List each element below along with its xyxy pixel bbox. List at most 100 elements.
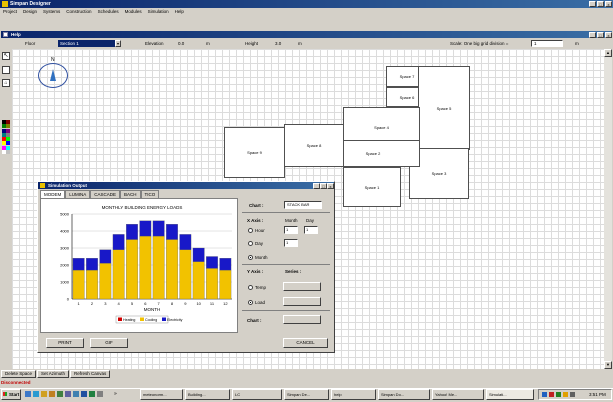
floor-select-chevron-down-icon[interactable]: ▾ <box>115 40 121 47</box>
tool-icon[interactable] <box>97 391 103 397</box>
scale-input[interactable]: 1 <box>531 40 563 47</box>
series-temp-button[interactable] <box>283 282 321 291</box>
x-tick-label: 5 <box>131 301 134 306</box>
app-logo-icon <box>2 1 8 7</box>
day-select[interactable]: 1 <box>304 226 318 234</box>
taskbar-item[interactable]: help <box>331 389 376 400</box>
menu-item-simulation[interactable]: Simulation <box>148 8 169 16</box>
word-icon[interactable] <box>81 391 87 397</box>
menu-item-modules[interactable]: Modules <box>125 8 142 16</box>
volume-icon[interactable] <box>570 392 575 397</box>
polygon-tool-icon[interactable]: ⌂ <box>2 79 10 87</box>
temp-radio[interactable] <box>248 285 253 290</box>
tray-icon-1[interactable] <box>542 392 547 397</box>
taskbar-item[interactable]: Simulati... <box>486 389 534 400</box>
hour-radio[interactable] <box>248 228 253 233</box>
network-icon[interactable] <box>73 391 79 397</box>
temp-radio-label: Temp <box>255 285 267 290</box>
vertical-scrollbar[interactable] <box>604 49 612 369</box>
space-5-label: Space 5 <box>436 105 452 111</box>
tab-modem[interactable]: MODEM <box>40 190 66 198</box>
excel-icon[interactable] <box>89 391 95 397</box>
browser-icon[interactable] <box>33 391 39 397</box>
taskbar-item[interactable]: Simpan De... <box>284 389 329 400</box>
folder-icon[interactable] <box>49 391 55 397</box>
taskbar-item[interactable]: Yahoo! Me... <box>432 389 484 400</box>
menu-item-design[interactable]: Design <box>23 8 37 16</box>
app-icon[interactable] <box>65 391 71 397</box>
day-radio-label: Day <box>255 241 264 246</box>
tray-icon-2[interactable] <box>549 392 554 397</box>
load-radio-label: Load <box>255 300 266 305</box>
quick-launch <box>25 391 103 397</box>
load-radio[interactable] <box>248 300 253 305</box>
media-icon[interactable] <box>57 391 63 397</box>
menu-item-help[interactable]: Help <box>175 8 184 16</box>
scale-input-value: 1 <box>534 41 537 46</box>
simulation-maximize-button[interactable]: □ <box>320 183 327 189</box>
select-tool-icon[interactable]: ↖ <box>2 52 10 60</box>
mail-icon[interactable] <box>41 391 47 397</box>
tab-lumina[interactable]: LUMINA <box>65 190 91 198</box>
double-chevron-icon[interactable]: » <box>114 391 117 397</box>
menu-item-construction[interactable]: Construction <box>66 8 91 16</box>
palette-swatch[interactable] <box>6 149 10 154</box>
floor-select[interactable]: Section 1 <box>58 40 120 47</box>
chart-action-button[interactable] <box>283 315 321 324</box>
taskbar-item[interactable]: Building... <box>185 389 230 400</box>
month-select[interactable]: 1 <box>284 226 298 234</box>
bar-cooling <box>206 268 218 300</box>
tab-cascade[interactable]: CASCADE <box>90 190 121 198</box>
simulation-minimize-button[interactable]: _ <box>313 183 320 189</box>
taskbar-item[interactable]: LC <box>232 389 282 400</box>
day-radio[interactable] <box>248 241 253 246</box>
status-bar: Disconnected <box>1 380 31 385</box>
day-radio-select[interactable]: 1 <box>284 239 298 247</box>
app-maximize-button[interactable]: □ <box>597 1 604 7</box>
simulation-dialog-icon <box>40 183 45 188</box>
space-5[interactable]: Space 5 <box>418 66 470 150</box>
clock[interactable]: 3:51 PM <box>589 392 606 397</box>
tab-bach[interactable]: BACH <box>120 190 141 198</box>
scroll-up-button[interactable]: ▲ <box>604 49 612 57</box>
space-8[interactable]: Space 8 <box>284 124 344 167</box>
bar-cooling <box>99 263 112 300</box>
month-radio[interactable] <box>248 255 253 260</box>
scroll-down-button[interactable]: ▼ <box>604 361 612 369</box>
taskbar-item[interactable]: Simpan Do... <box>378 389 430 400</box>
rectangle-tool-icon[interactable] <box>2 66 10 74</box>
app-minimize-button[interactable]: _ <box>589 1 596 7</box>
cancel-button[interactable]: CANCEL <box>283 338 328 348</box>
taskbar-item[interactable]: meteonorm... <box>140 389 183 400</box>
app-close-button[interactable]: x <box>605 1 612 7</box>
x-tick-label: 4 <box>118 301 121 306</box>
chart-type-value: STACK BAR <box>287 202 310 207</box>
print-button[interactable]: PRINT <box>46 338 84 348</box>
desktop-icon[interactable] <box>25 391 31 397</box>
compass-north-label: N <box>51 57 55 63</box>
x-tick-label: 9 <box>184 301 187 306</box>
space-1[interactable]: Space 1 <box>343 167 401 207</box>
chart-type-select[interactable]: STACK BAR <box>284 201 322 209</box>
height-value[interactable]: 3.0 <box>275 41 281 46</box>
tray-icon-3[interactable] <box>556 392 561 397</box>
simulation-tabs: MODEM LUMINA CASCADE BACH TICO <box>40 190 160 198</box>
space-9[interactable]: Space 9 <box>224 127 285 178</box>
series-load-button[interactable] <box>283 297 321 306</box>
tab-tico[interactable]: TICO <box>140 190 160 198</box>
menu-item-schedules[interactable]: Schedules <box>98 8 119 16</box>
menu-item-systems[interactable]: Systems <box>43 8 60 16</box>
delete-space-button[interactable]: Delete Space <box>1 370 37 378</box>
legend-swatch-heating <box>118 317 122 321</box>
simulation-close-button[interactable]: x <box>327 183 334 189</box>
month-header-label: Month <box>285 218 298 223</box>
compass-arrow-icon <box>50 69 56 81</box>
gif-button[interactable]: GIF <box>90 338 128 348</box>
height-label: Height <box>245 41 259 46</box>
refresh-canvas-button[interactable]: Refresh Canvas <box>70 370 111 378</box>
elevation-value[interactable]: 0.0 <box>178 41 184 46</box>
tray-icon-4[interactable] <box>563 392 568 397</box>
legend-label-heating: Heating <box>123 318 135 322</box>
set-azimuth-button[interactable]: Set Azimuth <box>37 370 70 378</box>
menu-item-project[interactable]: Project <box>3 8 17 16</box>
